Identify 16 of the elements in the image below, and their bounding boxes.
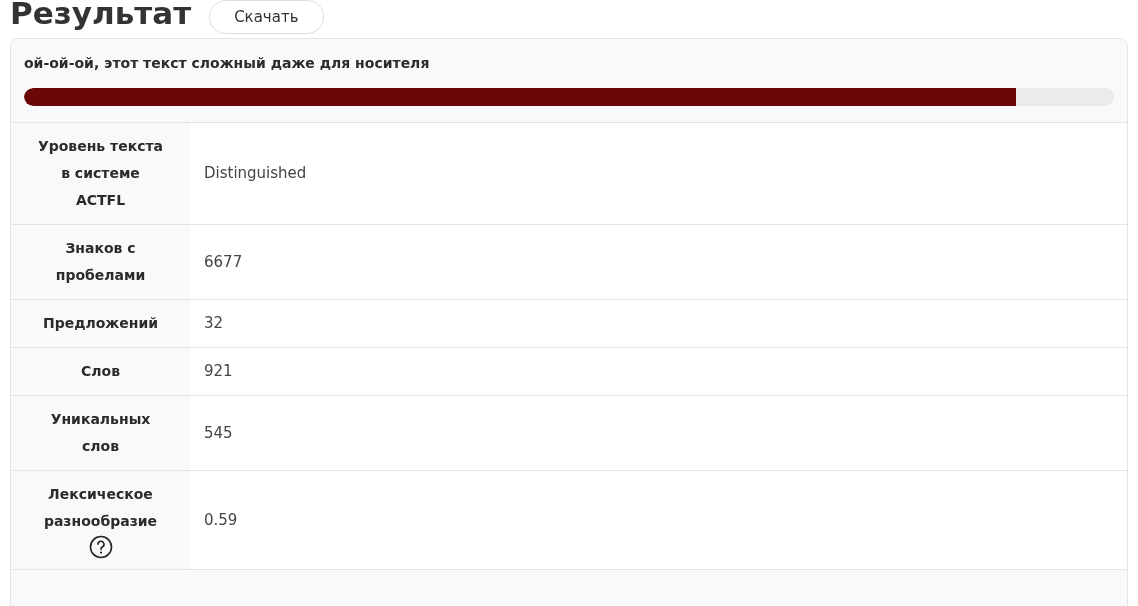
row-label: Уровень текста в системе ACTFL (36, 137, 165, 210)
help-icon[interactable] (88, 535, 113, 559)
download-button[interactable]: Скачать (209, 0, 324, 34)
row-value: 6677 (204, 251, 243, 273)
row-value: 0.59 (204, 509, 238, 531)
row-label: Предложений (42, 314, 159, 333)
row-label: Знаков с пробелами (54, 239, 147, 285)
row-label: Лексическое разнообразие (42, 485, 159, 531)
row-value: 32 (204, 313, 224, 335)
row-value: 545 (204, 422, 233, 444)
row-label: Уникальных слов (49, 410, 152, 456)
row-value: Distinguished (204, 163, 307, 185)
verdict-text: ой-ой-ой, этот текст сложный даже для носителя (24, 54, 431, 73)
row-label: Слов (81, 362, 120, 381)
row-value: 921 (204, 361, 233, 383)
page-title: Результат (10, 0, 192, 29)
